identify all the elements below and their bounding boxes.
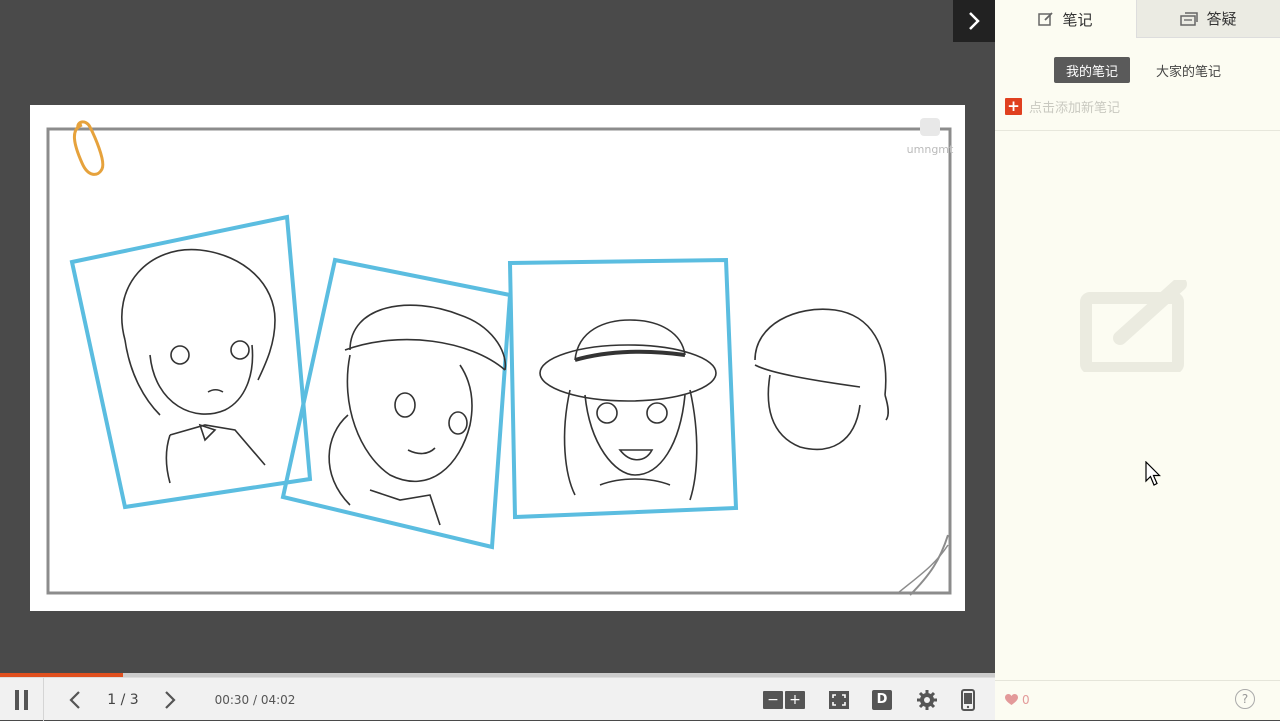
panel-footer: 0 ? [995, 680, 1280, 720]
subtab-my-notes[interactable]: 我的笔记 [1054, 57, 1131, 83]
edit-icon [1038, 12, 1054, 26]
settings-button[interactable] [912, 678, 942, 721]
prev-page-button[interactable] [60, 678, 90, 721]
like-count: 0 [1022, 693, 1030, 707]
next-page-button[interactable] [155, 678, 185, 721]
mobile-icon [961, 688, 975, 711]
add-note-label: 点击添加新笔记 [1029, 101, 1121, 116]
danmaku-label: D [872, 689, 892, 710]
panel-tabs: 笔记 答疑 [995, 0, 1280, 38]
chevron-right-icon [165, 690, 176, 709]
qa-icon [1180, 11, 1199, 26]
slide-canvas: umngmt [30, 105, 965, 611]
help-icon: ? [1241, 692, 1249, 706]
zoom-out-button[interactable]: − [763, 690, 783, 709]
mobile-view-button[interactable] [953, 678, 983, 721]
watermark-text: umngmt [907, 143, 954, 156]
mouse-cursor-icon [1145, 461, 1161, 486]
tab-qa[interactable]: 答疑 [1136, 0, 1280, 38]
danmaku-button[interactable]: D [868, 678, 896, 721]
collapse-panel-button[interactable] [953, 0, 995, 42]
help-button[interactable]: ? [1235, 689, 1255, 709]
side-panel: 笔记 答疑 我的笔记 大家的笔记 + 点击添加新笔记 0 ? [995, 0, 1280, 720]
add-note-button[interactable]: + 点击添加新笔记 [1005, 97, 1120, 116]
pause-icon [14, 689, 28, 710]
empty-notes-icon [1080, 277, 1188, 376]
chevron-right-icon [969, 12, 980, 30]
fullscreen-button[interactable] [825, 678, 853, 721]
pause-button[interactable] [0, 678, 43, 721]
divider [995, 130, 1280, 131]
chevron-left-icon [69, 690, 80, 709]
page-indicator-text: 1 / 3 [107, 691, 139, 708]
tab-notes[interactable]: 笔记 [995, 0, 1136, 38]
tab-notes-label: 笔记 [1062, 10, 1093, 29]
zoom-controls: − + [760, 678, 808, 721]
page-indicator: 1 / 3 [98, 678, 148, 721]
gear-icon [917, 689, 937, 710]
player-controls: 1 / 3 00:30 / 04:02 − + D [0, 677, 995, 721]
slide-drawing: umngmt [46, 118, 954, 596]
time-text: 00:30 / 04:02 [214, 692, 296, 707]
time-display: 00:30 / 04:02 [205, 678, 305, 721]
edit-icon [1080, 277, 1187, 374]
zoom-in-button[interactable]: + [785, 690, 805, 709]
notes-subtabs: 我的笔记 大家的笔记 [1054, 57, 1233, 83]
subtab-everyone-notes[interactable]: 大家的笔记 [1144, 57, 1233, 83]
divider [43, 678, 44, 721]
like-button[interactable]: 0 [1005, 693, 1030, 707]
fullscreen-icon [829, 690, 849, 709]
tab-qa-label: 答疑 [1206, 10, 1237, 28]
video-stage: umngmt [0, 0, 995, 676]
plus-icon: + [1005, 98, 1022, 115]
heart-icon [1005, 694, 1018, 705]
